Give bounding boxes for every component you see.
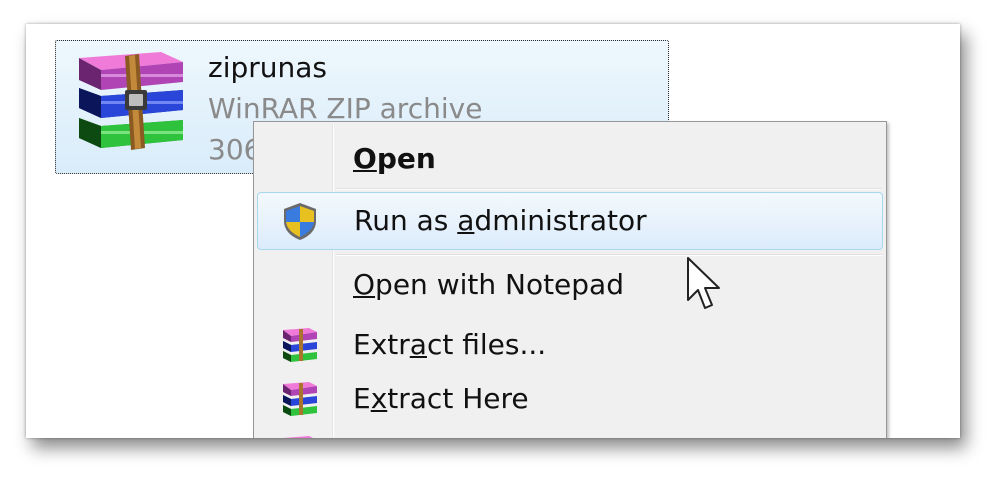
menu-item-extract-files[interactable]: Extract files... [257,316,883,374]
file-name: ziprunas [208,51,327,84]
menu-item-extract-here-label: Extract Here [353,382,529,415]
winrar-small-icon [283,436,313,438]
winrar-small-icon [283,328,317,362]
menu-item-extract-files-label: Extract files... [353,328,547,361]
winrar-small-icon [283,382,317,416]
mouse-pointer-icon [687,257,720,309]
context-menu: Open Run as administrator Open with Note… [253,121,887,438]
winrar-archive-icon [79,52,183,150]
explorer-window: ziprunas WinRAR ZIP archive 306 Open Run… [26,24,960,438]
menu-item-open-label: Open [353,142,436,175]
uac-shield-icon [284,203,316,240]
menu-item-truncated[interactable] [257,424,883,438]
menu-item-extract-here[interactable]: Extract Here [257,370,883,428]
menu-item-run-as-administrator[interactable]: Run as administrator [257,192,883,250]
menu-separator [336,188,882,190]
menu-item-run-as-administrator-label: Run as administrator [354,204,647,237]
menu-item-open-with-notepad-label: Open with Notepad [353,268,624,301]
menu-item-open[interactable]: Open [257,130,883,188]
menu-item-open-with-notepad[interactable]: Open with Notepad [257,256,883,314]
